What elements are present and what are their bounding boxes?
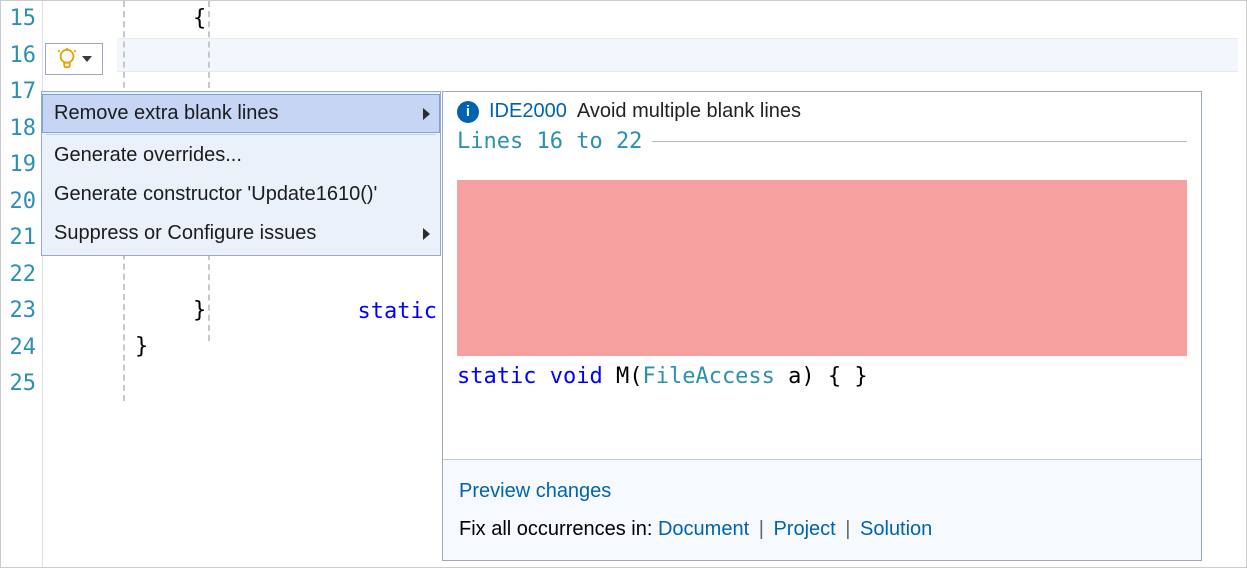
quick-actions-menu: Remove extra blank lines Generate overri… (41, 91, 441, 256)
code-line: { (193, 1, 206, 38)
preview-line-range: Lines 16 to 22 (457, 129, 642, 154)
qa-item-generate-constructor[interactable]: Generate constructor 'Update1610()' (42, 175, 440, 214)
menu-item-label: Generate overrides... (54, 144, 242, 167)
preview-diff-body: static void M(FileAccess a) { } (443, 160, 1201, 459)
line-number: 16 (1, 38, 42, 75)
fix-scope-project-link[interactable]: Project (773, 518, 835, 540)
code-text: a) { } (775, 364, 868, 389)
separator: | (841, 518, 854, 540)
keyword: static (457, 364, 536, 389)
submenu-arrow-icon (423, 108, 430, 120)
line-number-gutter: 15 16 17 18 19 20 21 22 23 24 25 (1, 1, 43, 567)
quick-actions-lightbulb-button[interactable] (45, 43, 103, 75)
line-number: 24 (1, 330, 42, 367)
qa-item-generate-overrides[interactable]: Generate overrides... (42, 136, 440, 175)
qa-item-suppress-configure[interactable]: Suppress or Configure issues (42, 214, 440, 253)
menu-item-label: Remove extra blank lines (54, 102, 279, 125)
code-fix-preview-panel: i IDE2000 Avoid multiple blank lines Lin… (442, 91, 1202, 561)
menu-separator (46, 134, 436, 135)
preview-range-row: Lines 16 to 22 (443, 129, 1201, 160)
separator: | (755, 518, 768, 540)
submenu-arrow-icon (423, 228, 430, 240)
line-number: 18 (1, 111, 42, 148)
preview-changes-link[interactable]: Preview changes (459, 480, 611, 502)
code-text: M( (603, 364, 643, 389)
line-number: 19 (1, 147, 42, 184)
diagnostic-id[interactable]: IDE2000 (489, 100, 567, 123)
line-number: 21 (1, 220, 42, 257)
current-line-highlight (117, 38, 1238, 72)
line-number: 15 (1, 1, 42, 38)
menu-item-label: Generate constructor 'Update1610()' (54, 183, 377, 206)
preview-code-line: static void M(FileAccess a) { } (457, 356, 1187, 389)
keyword: void (550, 364, 603, 389)
chevron-down-icon (82, 56, 92, 62)
line-number: 25 (1, 366, 42, 403)
code-line: } (193, 293, 206, 330)
preview-header: i IDE2000 Avoid multiple blank lines (443, 92, 1201, 129)
code-line: } (135, 329, 148, 366)
removed-lines-block (457, 180, 1187, 356)
qa-item-remove-blank-lines[interactable]: Remove extra blank lines (42, 94, 440, 133)
line-number: 20 (1, 184, 42, 221)
preview-footer: Preview changes Fix all occurrences in: … (443, 459, 1201, 560)
info-icon: i (457, 101, 479, 123)
fix-scope-solution-link[interactable]: Solution (860, 518, 932, 540)
line-number: 23 (1, 293, 42, 330)
keyword: static (357, 299, 436, 324)
line-number: 22 (1, 257, 42, 294)
menu-item-label: Suppress or Configure issues (54, 222, 316, 245)
diagnostic-description: Avoid multiple blank lines (577, 100, 801, 123)
lightbulb-icon (56, 48, 78, 70)
fix-scope-document-link[interactable]: Document (658, 518, 749, 540)
type-name: FileAccess (642, 364, 774, 389)
fix-occurrences-label: Fix all occurrences in: (459, 518, 652, 540)
divider (652, 141, 1187, 142)
line-number: 17 (1, 74, 42, 111)
